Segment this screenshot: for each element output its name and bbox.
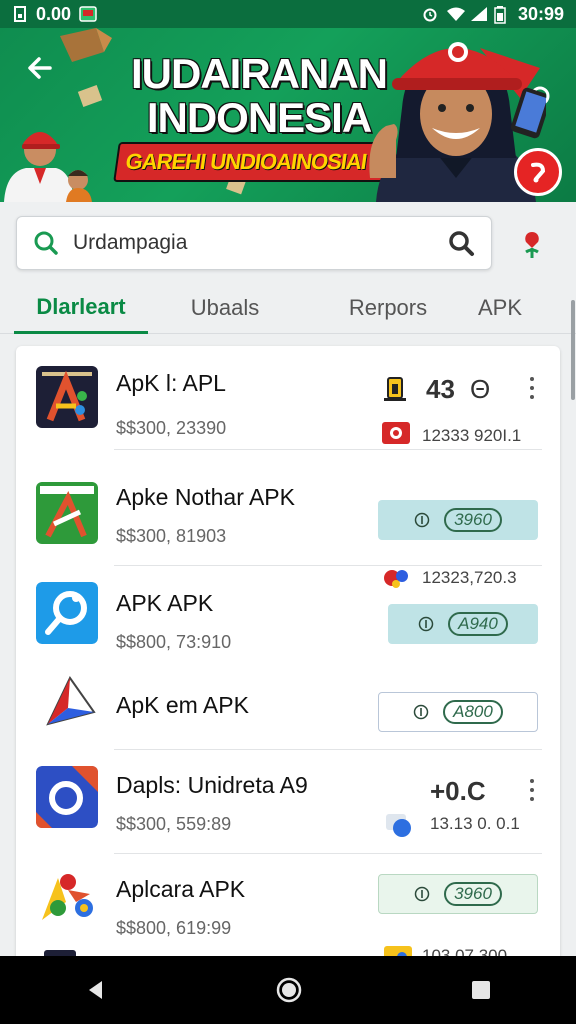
battery-level-icon (384, 377, 406, 401)
more-menu-icon[interactable] (522, 374, 542, 402)
app-list-item[interactable]: Dapls: Unidreta A9 $$300, 559:89 +0.C 13… (16, 750, 560, 854)
search-input[interactable] (73, 231, 447, 255)
rating-value: +0.C (430, 776, 486, 806)
app-list: ApK l: APL $$300, 23390 43 Θ 12333 920I.… (16, 346, 560, 966)
info-icon (414, 512, 430, 528)
app-list-item[interactable]: Apke Nothar APK $$300, 81903 3960 12323,… (16, 464, 560, 588)
promo-badge-button[interactable] (514, 148, 562, 196)
promo-flag-icon (382, 422, 410, 444)
status-time-right: 30:99 (517, 3, 564, 24)
rating-value: 43 (426, 374, 455, 404)
arrow-left-icon (28, 57, 52, 79)
app-icon-3 (36, 582, 98, 644)
chat-bubble-icon (386, 814, 411, 837)
banner-title: IUDAIRANAN INDONESIA (128, 52, 390, 140)
category-tabs: Dlarleart Ubaals Rerpors APK (0, 282, 576, 334)
info-icon (418, 616, 434, 632)
back-button[interactable] (22, 50, 58, 86)
banner-title-line1: IUDAIRANAN (131, 50, 388, 97)
search-row (0, 202, 576, 282)
install-button[interactable]: A940 (388, 604, 538, 644)
divider (114, 449, 542, 450)
install-button[interactable]: A800 (378, 692, 538, 732)
app-list-item[interactable]: ApK em APK A800 (16, 662, 560, 750)
scrollbar[interactable] (571, 300, 575, 400)
app-icon-4 (46, 676, 96, 726)
app-name: ApK l: APL (116, 370, 226, 396)
tab-apk[interactable]: APK (468, 282, 532, 334)
wifi-icon (446, 6, 465, 22)
status-bar: 0.00 30:99 (0, 0, 576, 28)
app-list-item[interactable]: ApK l: APL $$300, 23390 43 Θ 12333 920I.… (16, 346, 560, 450)
install-button[interactable]: 3960 (378, 874, 538, 914)
map-pin-button[interactable] (516, 228, 548, 260)
nav-home-icon[interactable] (275, 976, 303, 1004)
tab-rerpors[interactable]: Rerpors (330, 282, 446, 334)
promo-banner[interactable]: IUDAIRANAN INDONESIA GAREHI UNDIOAINOSIA… (0, 28, 576, 202)
app-name: APK APK (116, 590, 214, 616)
app-price: $$300, 559:89 (116, 814, 232, 834)
app-list-item[interactable]: Aplcara APK $$800, 619:99 3960 103.07 30… (16, 854, 560, 966)
divider (114, 565, 542, 566)
sim-card-icon (12, 6, 28, 22)
app-icon-2 (36, 482, 98, 544)
search-bar[interactable] (16, 216, 492, 270)
install-button-label: A800 (443, 700, 503, 724)
app-price: $$800, 73:910 (116, 632, 232, 652)
app-name: Dapls: Unidreta A9 (116, 772, 308, 798)
more-menu-icon[interactable] (522, 776, 542, 804)
battery-icon (494, 6, 510, 24)
rating-suffix: Θ (470, 374, 491, 404)
tab-dlarleart[interactable]: Dlarleart (14, 282, 148, 334)
mascot-small-illustration (0, 120, 100, 202)
status-time-left: 0.00 (36, 3, 72, 24)
banner-title-line2: INDONESIA (146, 94, 372, 141)
app-list-item[interactable]: APK APK $$800, 73:910 A940 (16, 568, 560, 672)
app-price: $$800, 619:99 (116, 918, 232, 938)
app-meta: 12333 920I.1 (422, 426, 522, 445)
app-icon-5 (36, 766, 98, 828)
notification-icon (79, 6, 97, 22)
app-price: $$300, 81903 (116, 526, 227, 546)
app-name: Aplcara APK (116, 876, 246, 902)
install-button[interactable]: 3960 (378, 500, 538, 540)
nav-back-icon[interactable] (84, 978, 108, 1002)
alarm-icon (422, 6, 438, 22)
tag-icon (531, 162, 546, 183)
info-icon (413, 704, 429, 720)
install-button-label: A940 (448, 612, 508, 636)
search-icon (34, 231, 58, 255)
app-icon-1 (36, 366, 98, 428)
tab-ubaals[interactable]: Ubaals (170, 282, 280, 334)
search-submit-icon[interactable] (447, 229, 475, 257)
app-name: Apke Nothar APK (116, 484, 295, 510)
banner-subtitle: GAREHI UNDIOAINOSIAI I (113, 142, 389, 182)
app-meta: 13.13 0. 0.1 (430, 814, 520, 833)
system-nav-bar (0, 956, 576, 1024)
app-name: ApK em APK (116, 692, 249, 718)
app-price: $$300, 23390 (116, 418, 227, 438)
info-icon (414, 886, 430, 902)
app-icon-6 (42, 874, 93, 920)
nav-recents-icon[interactable] (470, 979, 492, 1001)
install-button-label: 3960 (444, 508, 502, 532)
location-pin-icon (525, 232, 539, 258)
signal-icon (470, 6, 487, 22)
install-button-label: 3960 (444, 882, 502, 906)
